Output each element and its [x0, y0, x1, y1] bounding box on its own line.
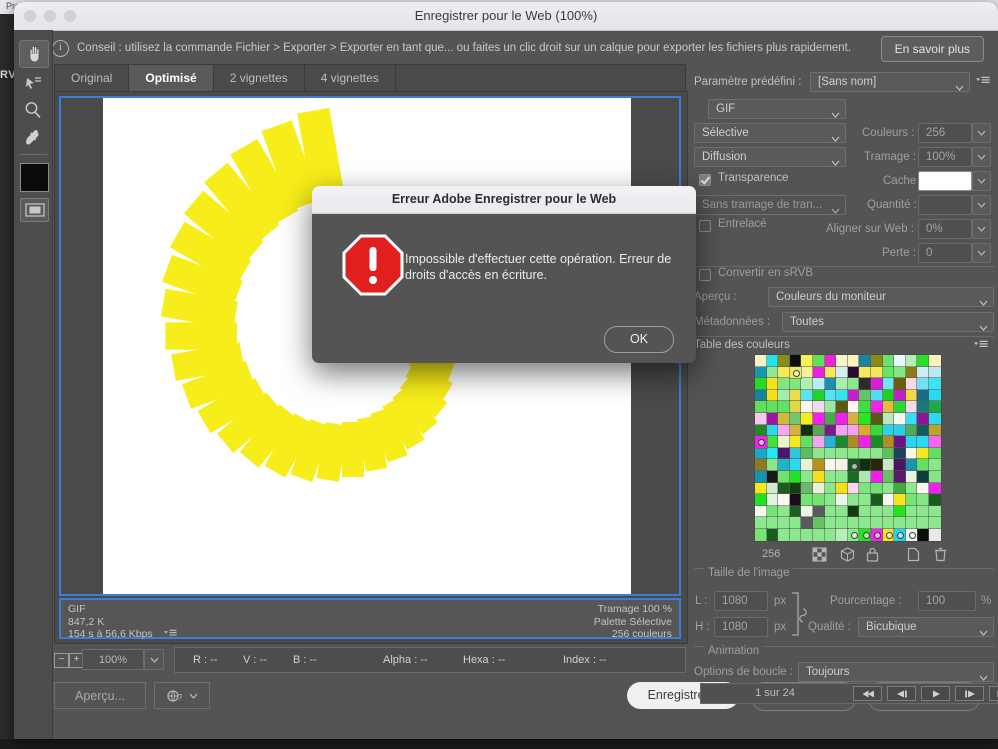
error-dialog-title: Erreur Adobe Enregistrer pour le Web: [312, 186, 696, 214]
error-dialog: Erreur Adobe Enregistrer pour le Web Imp…: [312, 186, 696, 363]
tab-4[interactable]: 4 vignettes: [305, 65, 396, 92]
image-width-field[interactable]: 1080: [714, 591, 768, 611]
chevron-down-icon: [150, 657, 159, 663]
zoom-readout-row: − + 100% R : --V : --B : --Alpha : --Hex…: [54, 647, 686, 673]
photoshop-bottom-strip: [0, 739, 998, 749]
image-height-unit: px: [774, 621, 786, 633]
foreground-color-swatch[interactable]: [20, 163, 49, 192]
zoom-level-dropdown[interactable]: [144, 649, 164, 670]
hand-tool[interactable]: [19, 40, 49, 68]
preview-options-menu-icon[interactable]: [164, 629, 177, 642]
previous-frame-button[interactable]: [887, 686, 916, 701]
preview-area: GIF 847,2 K 154 s à 56,6 Kbps Tramage: [54, 91, 688, 644]
window-title: Enregistrer pour le Web (100%): [14, 8, 998, 23]
quality-label: Qualité :: [808, 621, 851, 633]
tab-3[interactable]: 2 vignettes: [214, 65, 305, 92]
rewind-icon: [861, 690, 875, 698]
view-tabs: OriginalOptimisé2 vignettes4 vignettes: [54, 64, 686, 93]
color-readout-item: Hexa : --: [463, 654, 505, 666]
zoom-out-button[interactable]: −: [54, 653, 69, 668]
color-readout-item: Alpha : --: [383, 654, 428, 666]
loop-options-value: Toujours: [806, 663, 975, 681]
animation-transport-bar: 1 sur 24: [700, 683, 998, 704]
quality-select[interactable]: Bicubique: [858, 617, 994, 637]
last-frame-button[interactable]: [989, 686, 998, 701]
tip-text: Conseil : utilisez la commande Fichier >…: [77, 42, 851, 54]
image-width-label: L :: [695, 595, 707, 607]
image-height-field[interactable]: 1080: [714, 617, 768, 637]
tab-2[interactable]: Optimisé: [129, 65, 213, 92]
preview-dither: Tramage 100 %: [594, 603, 672, 616]
color-readout-item: R : --: [193, 654, 217, 666]
preview-button[interactable]: Aperçu...: [54, 682, 146, 709]
color-readout-item: V : --: [243, 654, 267, 666]
slice-select-tool[interactable]: [19, 70, 47, 96]
percentage-label: Pourcentage :: [830, 595, 902, 607]
browser-preview-icon: ?: [167, 689, 185, 703]
animation-title: Animation: [704, 645, 763, 657]
quality-value: Bicubique: [866, 618, 975, 636]
percentage-field[interactable]: 100: [918, 591, 976, 611]
learn-more-button[interactable]: En savoir plus: [881, 36, 984, 62]
magnifier-icon: [24, 101, 42, 119]
eyedropper-icon: [25, 129, 42, 146]
chevron-down-icon: [979, 630, 988, 636]
preview-info-left: GIF 847,2 K 154 s à 56,6 Kbps: [68, 603, 177, 642]
chevron-down-icon: [189, 693, 198, 699]
next-frame-button[interactable]: [955, 686, 984, 701]
percentage-unit: %: [981, 595, 991, 607]
loop-options-select[interactable]: Toujours: [798, 662, 994, 682]
preview-format: GIF: [68, 603, 177, 616]
first-frame-button[interactable]: [853, 686, 882, 701]
play-icon: [929, 690, 943, 698]
color-readout-item: Index : --: [563, 654, 606, 666]
error-dialog-message: Impossible d'effectuer cette opération. …: [405, 251, 684, 283]
loop-options-label: Options de boucle :: [694, 666, 793, 678]
error-dialog-ok-button[interactable]: OK: [604, 326, 674, 353]
zoom-tool[interactable]: [19, 97, 47, 123]
eyedropper-tool[interactable]: [19, 124, 47, 150]
flyout-menu-icon: [164, 629, 177, 638]
svg-text:?: ?: [177, 692, 182, 702]
image-size-title: Taille de l'image: [704, 567, 793, 579]
screen-root: Progr. :0 %LissageStyle :NormalSélection…: [0, 0, 998, 749]
toggle-slices-button[interactable]: [20, 198, 49, 222]
color-readout: R : -- V : -- B : -- Alpha : -- Hexa : -- Ind…: [174, 647, 686, 673]
step-back-icon: [895, 690, 909, 698]
preview-info-right: Tramage 100 % Palette Sélective 256 coul…: [594, 603, 672, 641]
preview-download-time: 154 s à 56,6 Kbps: [68, 628, 153, 640]
play-button[interactable]: [921, 686, 950, 701]
image-size-panel: Taille de l'image L : 1080 px H : 1080 p…: [686, 64, 998, 739]
slice-select-icon: [25, 75, 42, 91]
frame-counter: 1 sur 24: [701, 687, 849, 699]
preview-info-strip: GIF 847,2 K 154 s à 56,6 Kbps Tramage: [59, 598, 681, 639]
error-dialog-body: Impossible d'effectuer cette opération. …: [312, 214, 696, 363]
slices-visibility-icon: [25, 203, 45, 217]
save-for-web-window: Enregistrer pour le Web (100%) i Conseil…: [14, 2, 998, 739]
tip-bar: i Conseil : utilisez la commande Fichier…: [14, 31, 998, 65]
preview-colors: 256 couleurs: [594, 628, 672, 641]
step-forward-icon: [963, 690, 977, 698]
preview-filesize: 847,2 K: [68, 616, 177, 629]
color-readout-item: B : --: [293, 654, 317, 666]
window-titlebar: Enregistrer pour le Web (100%): [14, 2, 998, 31]
tab-1[interactable]: Original: [55, 65, 129, 92]
tool-divider: [19, 154, 47, 155]
browser-preview-dropdown[interactable]: ?: [154, 682, 210, 709]
image-width-unit: px: [774, 595, 786, 607]
info-icon: i: [52, 40, 69, 57]
zoom-level-field[interactable]: 100%: [82, 649, 144, 670]
error-stop-icon: [342, 234, 404, 301]
chevron-down-icon: [979, 675, 988, 681]
hand-icon: [26, 45, 43, 63]
tool-column: [14, 30, 53, 739]
image-height-label: H :: [695, 621, 710, 633]
preview-palette: Palette Sélective: [594, 616, 672, 629]
